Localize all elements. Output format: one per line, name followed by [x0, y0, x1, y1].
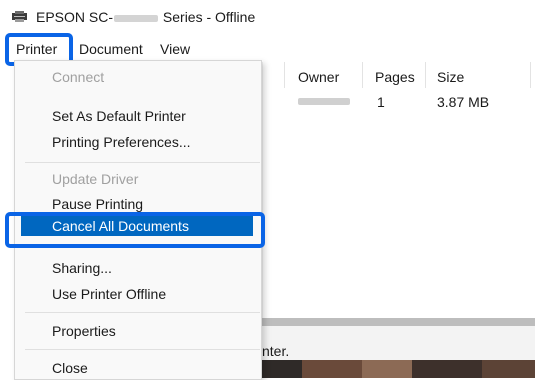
job-pages[interactable]: 1 [377, 94, 385, 110]
menu-item-connect[interactable]: Connect [52, 69, 104, 85]
window-title-suffix: Series - Offline [162, 9, 256, 25]
window-title: EPSON SC- Series - Offline [36, 9, 255, 25]
column-separator[interactable] [530, 62, 531, 88]
cancel-all-callout [5, 212, 265, 248]
menu-item-printing-preferences[interactable]: Printing Preferences... [52, 134, 191, 150]
menu-item-pause-printing[interactable]: Pause Printing [52, 196, 143, 212]
menu-separator [25, 349, 260, 350]
column-separator[interactable] [284, 62, 285, 88]
menu-item-sharing[interactable]: Sharing... [52, 260, 112, 276]
menu-view[interactable]: View [160, 41, 190, 57]
horizontal-scrollbar[interactable] [262, 318, 535, 326]
column-header-pages[interactable]: Pages [375, 69, 415, 85]
menu-item-update-driver[interactable]: Update Driver [52, 171, 138, 187]
column-header-size[interactable]: Size [437, 69, 464, 85]
menu-item-close[interactable]: Close [52, 360, 88, 376]
status-bar [262, 326, 535, 360]
printer-icon [12, 11, 27, 22]
redacted-owner [298, 98, 350, 105]
title-bar: EPSON SC- Series - Offline [0, 0, 535, 34]
column-header-owner[interactable]: Owner [298, 69, 339, 85]
menu-bar: Printer Document View [0, 36, 535, 62]
status-text: nter. [262, 343, 290, 359]
menu-separator [25, 162, 260, 163]
redacted-model [114, 14, 159, 22]
column-separator[interactable] [425, 62, 426, 88]
menu-separator [25, 312, 260, 313]
menu-item-set-default-printer[interactable]: Set As Default Printer [52, 108, 186, 124]
menu-item-use-printer-offline[interactable]: Use Printer Offline [52, 286, 166, 302]
background-image-strip [262, 360, 535, 378]
menu-document[interactable]: Document [79, 41, 143, 57]
job-size[interactable]: 3.87 MB [437, 94, 489, 110]
menu-item-properties[interactable]: Properties [52, 323, 116, 339]
window-title-prefix: EPSON SC- [36, 9, 114, 25]
column-separator[interactable] [362, 62, 363, 88]
